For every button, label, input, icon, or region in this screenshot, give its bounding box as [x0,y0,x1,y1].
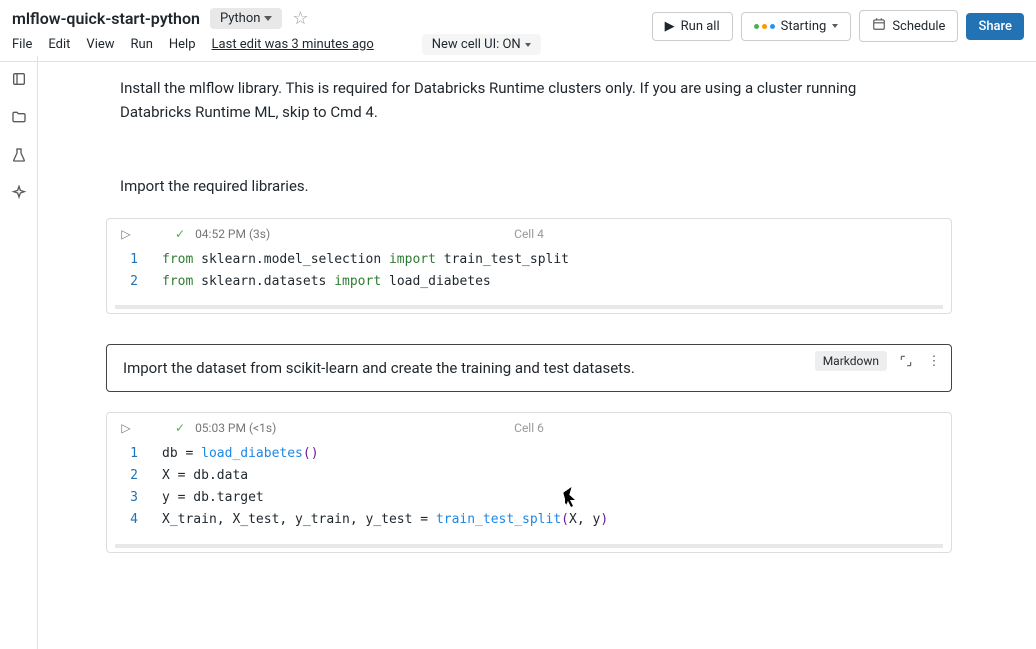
menu-file[interactable]: File [12,37,32,52]
run-all-label: Run all [681,19,720,34]
chevron-down-icon [264,16,272,21]
folder-icon[interactable] [10,108,28,126]
markdown-cell-intro[interactable]: Install the mlflow library. This is requ… [38,56,908,124]
share-button[interactable]: Share [966,13,1024,40]
menu-edit[interactable]: Edit [48,37,70,52]
cell-resize-handle[interactable] [115,305,943,309]
markdown-cell-import[interactable]: Import the required libraries. [38,124,908,198]
menu-run[interactable]: Run [131,37,153,52]
code-editor[interactable]: 1from sklearn.model_selection import tra… [107,245,951,305]
calendar-icon [872,17,886,35]
cluster-status-button[interactable]: Starting [741,12,852,41]
share-label: Share [978,19,1012,34]
cell-resize-handle[interactable] [115,544,943,548]
chevron-down-icon [832,24,838,28]
schedule-label: Schedule [892,19,945,34]
star-icon[interactable]: ☆ [292,8,308,29]
run-cell-icon[interactable]: ▷ [117,421,135,435]
cell-time: 05:03 PM (<1s) [195,421,276,435]
last-edit-link[interactable]: Last edit was 3 minutes ago [212,37,374,52]
markdown-text: Import the dataset from scikit-learn and… [123,359,935,377]
expand-icon[interactable] [897,352,915,370]
cell-time: 04:52 PM (3s) [195,227,270,241]
cell-label: Cell 4 [514,227,544,241]
cell-type-badge[interactable]: Markdown [815,351,887,371]
language-selector[interactable]: Python [210,8,282,29]
check-icon: ✓ [175,421,185,435]
experiments-icon[interactable] [10,146,28,164]
menu-help[interactable]: Help [169,37,196,52]
kebab-icon[interactable]: ⋮ [925,352,943,370]
new-cell-ui-toggle[interactable]: New cell UI: ON [422,34,541,55]
code-editor[interactable]: 1db = load_diabetes()2X = db.data3y = db… [107,439,951,543]
markdown-cell-dataset[interactable]: Markdown ⋮ Import the dataset from sciki… [106,344,952,392]
check-icon: ✓ [175,227,185,241]
notebook-title[interactable]: mlflow-quick-start-python [12,9,200,28]
status-dots-icon [754,24,775,29]
run-cell-icon[interactable]: ▷ [117,227,135,241]
menu-view[interactable]: View [86,37,114,52]
schedule-button[interactable]: Schedule [859,10,958,42]
status-label: Starting [781,19,827,34]
new-cell-label: New cell UI: ON [432,37,521,52]
language-label: Python [220,11,260,26]
chevron-down-icon [525,43,531,47]
run-all-button[interactable]: ▶ Run all [652,12,733,41]
cell-label: Cell 6 [514,421,544,435]
toc-icon[interactable] [10,70,28,88]
play-icon: ▶ [665,19,675,34]
code-cell-4[interactable]: ▷ ✓ 04:52 PM (3s) Cell 4 1from sklearn.m… [106,218,952,314]
assistant-icon[interactable] [10,184,28,202]
code-cell-6[interactable]: ▷ ✓ 05:03 PM (<1s) Cell 6 1db = load_dia… [106,412,952,552]
